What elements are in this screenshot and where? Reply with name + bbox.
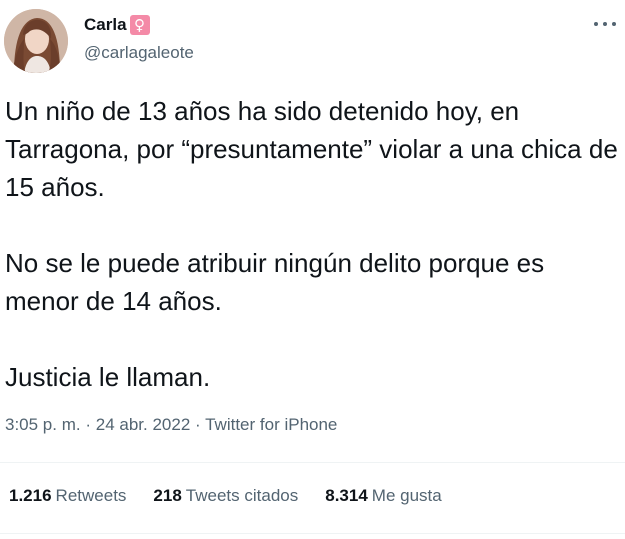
tweet-text: Un niño de 13 años ha sido detenido hoy,… (5, 92, 620, 396)
tweet-paragraph: No se le puede atribuir ningún delito po… (5, 248, 545, 316)
retweets-label: Retweets (55, 486, 127, 505)
quote-tweets-label: Tweets citados (185, 486, 299, 505)
more-dot-icon (603, 22, 607, 26)
quote-tweets-count: 218 (153, 486, 182, 505)
more-dot-icon (612, 22, 616, 26)
female-sign-icon: ♀ (129, 15, 150, 35)
tweet-header: Carla ♀ @carlagaleote (0, 0, 625, 80)
tweet-paragraph: Justicia le llaman. (5, 362, 211, 392)
profile-photo-icon (4, 9, 68, 73)
tweet-date[interactable]: 24 abr. 2022 (96, 415, 191, 434)
retweets-count: 1.216 (9, 486, 52, 505)
avatar[interactable] (4, 9, 68, 73)
tweet-source[interactable]: Twitter for iPhone (205, 415, 337, 434)
author-display-name[interactable]: Carla (84, 14, 127, 36)
meta-separator: · (85, 415, 92, 434)
tweet-meta: 3:05 p. m. · 24 abr. 2022 · Twitter for … (5, 413, 337, 437)
author-handle[interactable]: @carlagaleote (84, 42, 194, 64)
likes-label: Me gusta (371, 486, 442, 505)
likes-stat[interactable]: 8.314 Me gusta (325, 484, 441, 508)
divider (0, 462, 625, 463)
author-name-row[interactable]: Carla ♀ (84, 14, 150, 36)
divider (0, 533, 625, 534)
more-dot-icon (594, 22, 598, 26)
tweet-time[interactable]: 3:05 p. m. (5, 415, 81, 434)
tweet-paragraph: Un niño de 13 años ha sido detenido hoy,… (5, 96, 618, 202)
tweet-stats: 1.216 Retweets 218 Tweets citados 8.314 Me … (9, 484, 442, 508)
retweets-stat[interactable]: 1.216 Retweets (9, 484, 126, 508)
more-options-button[interactable] (591, 14, 619, 34)
quote-tweets-stat[interactable]: 218 Tweets citados (153, 484, 298, 508)
meta-separator: · (195, 415, 201, 434)
likes-count: 8.314 (325, 486, 368, 505)
